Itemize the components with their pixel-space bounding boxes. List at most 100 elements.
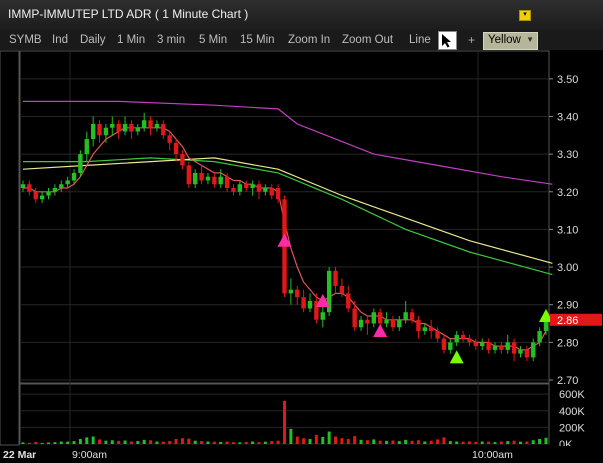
toolbar-zoom-out[interactable]: Zoom Out xyxy=(342,34,393,46)
price-tick-label: 2.90 xyxy=(557,300,578,312)
volume-bar xyxy=(110,440,114,444)
volume-bar xyxy=(391,440,395,444)
volume-bar xyxy=(436,439,440,444)
toolbar-line[interactable]: Line xyxy=(409,34,431,46)
volume-bar xyxy=(512,440,516,444)
volume-bar xyxy=(34,441,38,444)
left-gutter xyxy=(0,50,20,446)
toolbar-3min[interactable]: 3 min xyxy=(157,34,185,46)
candle-body xyxy=(486,342,491,350)
volume-bar xyxy=(467,441,471,444)
candle-body xyxy=(352,308,357,328)
candle-body xyxy=(384,319,389,324)
time-label-10am: 10:00am xyxy=(472,449,513,461)
volume-bar xyxy=(327,431,331,444)
candle-body xyxy=(499,346,504,350)
candle-body xyxy=(224,176,230,188)
volume-bar xyxy=(518,441,522,444)
candle-body xyxy=(492,346,498,350)
volume-bar xyxy=(40,443,44,444)
candle-body xyxy=(129,124,134,132)
price-tick-label: 2.70 xyxy=(557,375,578,387)
volume-bar xyxy=(378,440,382,444)
candle-body xyxy=(33,191,38,200)
volume-bar xyxy=(27,442,31,444)
candle-body xyxy=(173,142,179,155)
volume-bar xyxy=(295,436,299,444)
chart-title: IMMP-IMMUTEP LTD ADR ( 1 Minute Chart ) xyxy=(8,7,249,21)
candle-body xyxy=(65,180,70,185)
volume-bar xyxy=(168,441,172,444)
candle-body xyxy=(301,297,306,309)
volume-bar xyxy=(231,442,235,444)
volume-tick-label: 400K xyxy=(559,406,585,418)
date-label: 22 Mar xyxy=(3,449,37,461)
toolbar-daily[interactable]: Daily xyxy=(80,34,106,46)
add-button[interactable]: + xyxy=(468,33,475,47)
volume-bar xyxy=(104,440,108,444)
volume-bar xyxy=(404,439,408,444)
volume-bar xyxy=(448,441,452,444)
price-chart[interactable]: 3.50 3.40 3.30 3.20 3.10 3.00 2.90 2.80 2.70 600K… xyxy=(0,50,603,463)
volume-bar xyxy=(123,440,127,444)
candle-body xyxy=(20,184,26,188)
candle-body xyxy=(186,165,192,185)
toolbar-1min[interactable]: 1 Min xyxy=(117,34,145,46)
volume-bar xyxy=(538,439,542,444)
candle-body xyxy=(537,331,542,343)
toolbar-15min[interactable]: 15 Min xyxy=(240,34,275,46)
volume-bar xyxy=(72,441,76,444)
volume-bar xyxy=(359,439,363,444)
candle-body xyxy=(441,338,447,350)
candle-body xyxy=(295,289,300,298)
candle-body xyxy=(59,184,64,188)
volume-bar xyxy=(180,438,184,444)
volume-bar xyxy=(47,442,51,444)
volume-bar xyxy=(263,441,267,444)
candle-body xyxy=(269,188,274,196)
volume-bar xyxy=(244,441,248,444)
candle-body xyxy=(409,312,415,320)
volume-bar xyxy=(410,440,414,444)
candle-body xyxy=(397,319,402,328)
volume-bar xyxy=(506,441,510,444)
cursor-arrow-icon[interactable] xyxy=(438,31,457,50)
price-tick-label: 3.10 xyxy=(557,224,578,236)
candle-body xyxy=(416,319,421,332)
candle-body xyxy=(52,188,58,192)
candle-body xyxy=(377,312,383,324)
volume-bar xyxy=(442,437,446,444)
volume-bar xyxy=(238,442,242,444)
candle-body xyxy=(154,124,160,128)
volume-bar xyxy=(66,441,70,444)
chevron-down-icon[interactable]: ▾ xyxy=(519,10,531,21)
toolbar-ind[interactable]: Ind xyxy=(52,34,68,46)
toolbar-5min[interactable]: 5 Min xyxy=(199,34,227,46)
candle-body xyxy=(333,270,338,286)
volume-bar xyxy=(385,440,389,444)
candle-body xyxy=(212,176,217,185)
color-select[interactable]: Yellow ▼ xyxy=(483,32,538,50)
volume-bar xyxy=(193,440,197,444)
candle-body xyxy=(167,135,172,143)
volume-bar xyxy=(91,436,95,444)
candle-body xyxy=(231,188,236,192)
ma-slow-line xyxy=(23,157,553,276)
candle-body xyxy=(275,188,281,200)
price-tick-label: 3.40 xyxy=(557,111,578,123)
volume-bar xyxy=(251,441,255,444)
toolbar-symb[interactable]: SYMB xyxy=(9,34,42,46)
price-tick-label: 3.30 xyxy=(557,149,578,161)
volume-bar xyxy=(499,441,503,444)
candle-body xyxy=(141,120,147,128)
candle-body xyxy=(161,124,166,136)
candle-body xyxy=(531,342,536,358)
toolbar-zoom-in[interactable]: Zoom In xyxy=(288,34,330,46)
candle-body xyxy=(103,127,109,136)
volume-bar xyxy=(136,441,140,444)
volume-bar xyxy=(334,436,338,444)
candle-body xyxy=(307,300,313,309)
volume-bar xyxy=(353,436,357,444)
signal-triangle-marker xyxy=(373,324,388,338)
price-tick-label: 3.50 xyxy=(557,74,578,86)
